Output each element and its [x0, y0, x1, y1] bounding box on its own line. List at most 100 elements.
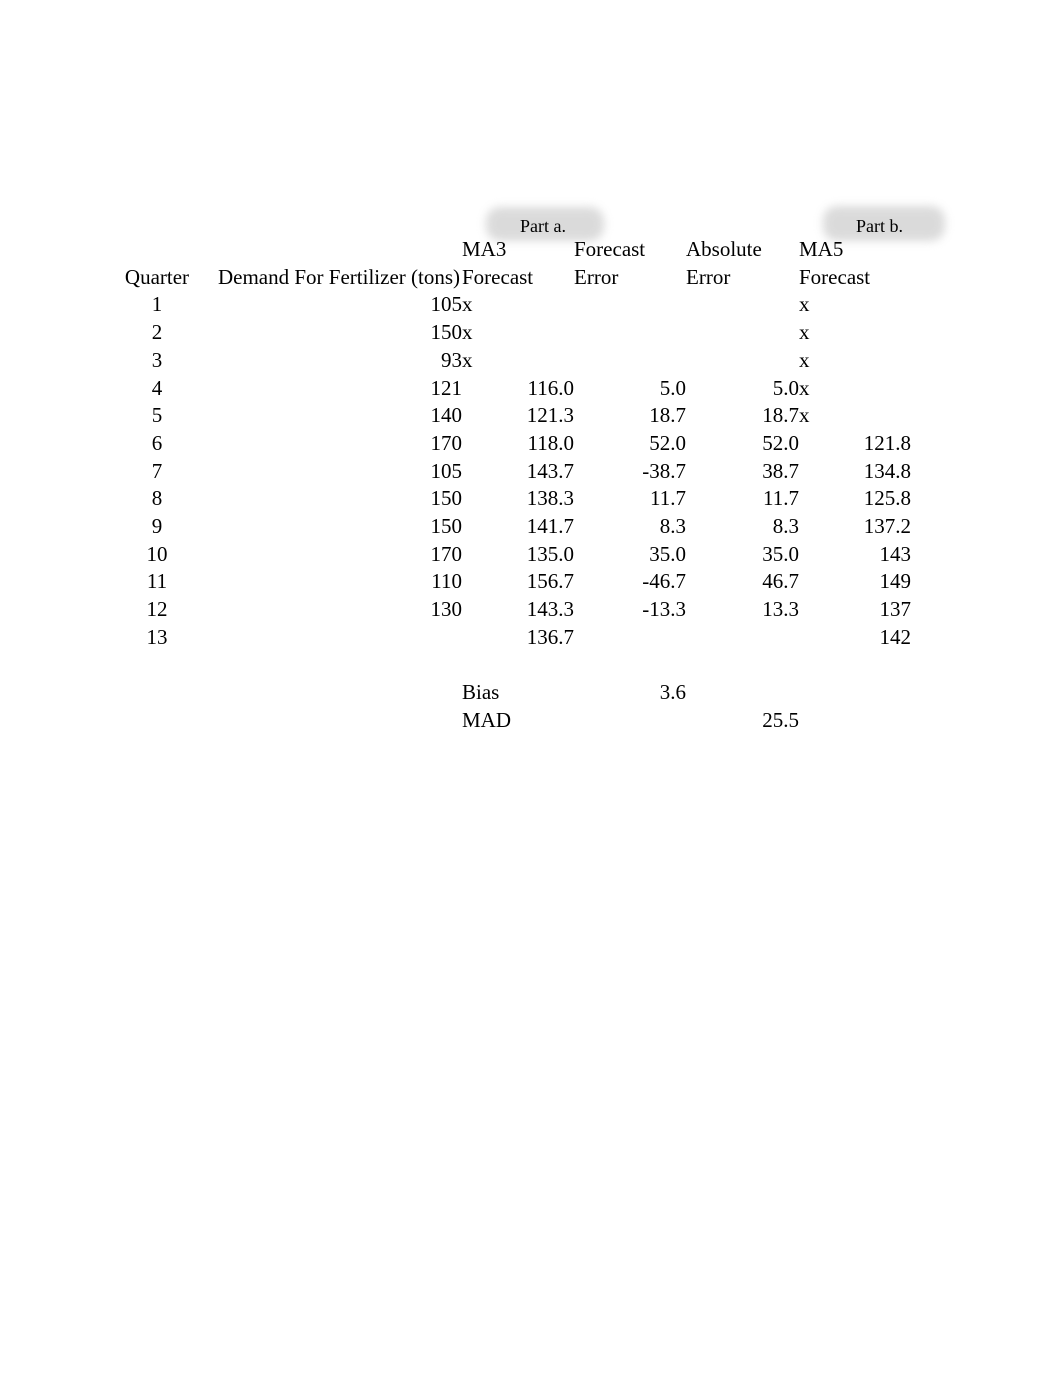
cell-forecast-error: -38.7 — [642, 458, 686, 483]
cell-quarter: 3 — [151, 347, 163, 372]
cell-pad — [911, 624, 1036, 652]
cell-demand: 105 — [430, 458, 463, 483]
cell-ma5: 149 — [879, 569, 912, 594]
table-row: 3 93 x x — [98, 347, 1036, 375]
cell-ma5: 137 — [879, 597, 912, 622]
cell-pad — [911, 319, 1036, 347]
mad-value: 25.5 — [762, 707, 799, 732]
cell-pad — [911, 596, 1036, 624]
cell-absolute-error: 11.7 — [763, 486, 799, 511]
cell-pad — [911, 291, 1036, 319]
cell-absolute-error: 18.7 — [762, 403, 799, 428]
cell-quarter: 11 — [146, 569, 168, 594]
cell-ma5: x — [799, 403, 810, 428]
cell-ma5: 121.8 — [863, 430, 911, 455]
table-row: 13 136.7 142 — [98, 624, 1036, 652]
cell-demand: 150 — [430, 486, 463, 511]
cell-ma3: 121.3 — [526, 403, 574, 428]
cell-ma5: x — [799, 292, 810, 317]
cell-demand: 170 — [430, 541, 463, 566]
cell-ma3: 118.0 — [527, 430, 574, 455]
header-forecast-error-line1: Forecast — [574, 237, 646, 261]
cell-quarter: 4 — [151, 375, 163, 400]
cell-ma5: x — [799, 375, 810, 400]
table-row: 8 150 138.3 11.7 11.7 125.8 — [98, 485, 1036, 513]
header-ma3-line1: MA3 — [462, 237, 507, 261]
cell-ma5: x — [799, 320, 810, 345]
cell-quarter: 2 — [151, 320, 163, 345]
cell-absolute-error — [686, 347, 799, 375]
mad-row: MAD 25.5 — [98, 707, 1036, 735]
cell-forecast-error: 5.0 — [659, 375, 686, 400]
header-ma5-line2: Forecast — [799, 264, 871, 289]
cell-pad — [911, 402, 1036, 430]
forecast-table: MA3 Forecast Absolute MA5 Quarter Demand… — [98, 236, 1036, 735]
cell-quarter: 7 — [151, 458, 163, 483]
header-row-1: MA3 Forecast Absolute MA5 — [98, 236, 1036, 264]
cell-demand: 105 — [430, 292, 463, 317]
cell-demand: 93 — [441, 347, 462, 372]
cell-pad — [911, 513, 1036, 541]
cell-ma5: 143 — [879, 541, 912, 566]
cell-quarter: 1 — [151, 292, 163, 317]
cell-forecast-error: -46.7 — [642, 569, 686, 594]
table-row: 5 140 121.3 18.7 18.7 x — [98, 402, 1036, 430]
cell-forecast-error — [574, 291, 686, 319]
table-row: 6 170 118.0 52.0 52.0 121.8 — [98, 430, 1036, 458]
cell-ma3: x — [462, 347, 473, 372]
cell-ma3: 143.3 — [526, 597, 574, 622]
cell-demand: 170 — [430, 430, 463, 455]
cell-absolute-error: 46.7 — [762, 569, 799, 594]
cell-ma5: 134.8 — [863, 458, 911, 483]
cell-demand: 110 — [431, 569, 462, 594]
cell-absolute-error: 5.0 — [772, 375, 799, 400]
cell-demand: 150 — [430, 320, 463, 345]
bias-row: Bias 3.6 — [98, 679, 1036, 707]
cell-quarter: 9 — [151, 514, 163, 539]
cell-forecast-error — [574, 624, 686, 652]
part-b-label: Part b. — [856, 216, 903, 236]
header-ma3-line2: Forecast — [462, 264, 534, 289]
bias-label: Bias — [462, 680, 500, 705]
cell-absolute-error: 52.0 — [762, 430, 799, 455]
cell-absolute-error — [686, 319, 799, 347]
cell-absolute-error: 38.7 — [762, 458, 799, 483]
table-row: 10 170 135.0 35.0 35.0 143 — [98, 541, 1036, 569]
header-ma5-line1: MA5 — [799, 237, 844, 261]
cell-quarter: 5 — [151, 403, 163, 428]
cell-forecast-error: 35.0 — [649, 541, 686, 566]
table-row: 12 130 143.3 -13.3 13.3 137 — [98, 596, 1036, 624]
cell-forecast-error — [574, 347, 686, 375]
header-row-2: Quarter Demand For Fertilizer (tons) For… — [98, 264, 1036, 292]
cell-ma5: x — [799, 347, 810, 372]
cell-ma3: 135.0 — [526, 541, 574, 566]
part-a-label: Part a. — [520, 216, 566, 236]
table-row: 9 150 141.7 8.3 8.3 137.2 — [98, 513, 1036, 541]
header-pad-2 — [911, 264, 1036, 292]
cell-quarter: 13 — [146, 624, 168, 649]
cell-absolute-error — [686, 624, 799, 652]
cell-pad — [911, 375, 1036, 403]
header-absolute-error-line2: Error — [686, 264, 731, 289]
header-demand: Demand For Fertilizer (tons) — [217, 264, 461, 289]
cell-forecast-error — [574, 319, 686, 347]
cell-quarter: 6 — [151, 430, 163, 455]
table-row: 11 110 156.7 -46.7 46.7 149 — [98, 568, 1036, 596]
table-row: 7 105 143.7 -38.7 38.7 134.8 — [98, 458, 1036, 486]
header-absolute-error-line1: Absolute — [686, 237, 762, 261]
cell-quarter: 12 — [146, 597, 168, 622]
cell-absolute-error: 35.0 — [762, 541, 799, 566]
cell-absolute-error: 8.3 — [772, 514, 799, 539]
cell-ma3: 156.7 — [526, 569, 574, 594]
cell-ma5: 142 — [879, 624, 912, 649]
header-forecast-error-line2: Error — [574, 264, 619, 289]
mad-label: MAD — [462, 707, 512, 732]
cell-pad — [911, 430, 1036, 458]
table-row: 4 121 116.0 5.0 5.0 x — [98, 375, 1036, 403]
cell-ma3: 143.7 — [526, 458, 574, 483]
spacer-row — [98, 652, 1036, 680]
cell-pad — [911, 458, 1036, 486]
cell-forecast-error: 11.7 — [650, 486, 686, 511]
cell-forecast-error: 18.7 — [649, 403, 686, 428]
cell-ma3: 116.0 — [527, 375, 574, 400]
